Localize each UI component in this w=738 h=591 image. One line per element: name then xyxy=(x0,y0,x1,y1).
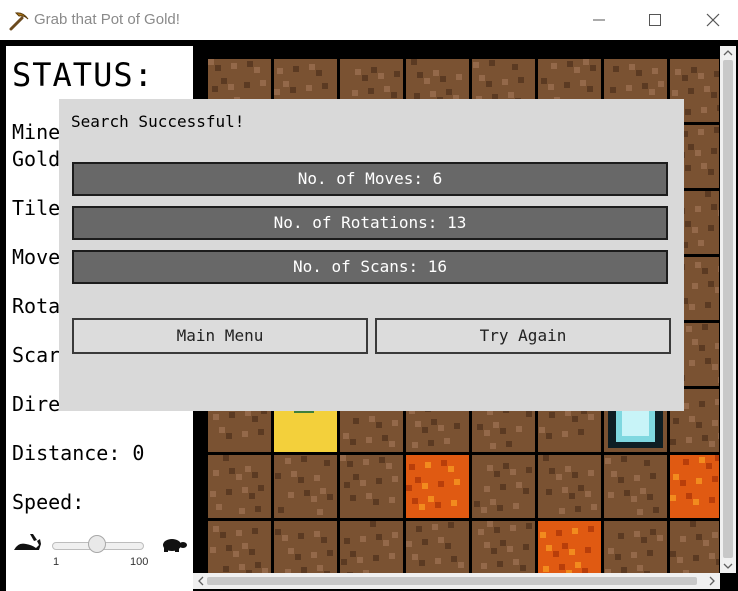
speed-min-label: 1 xyxy=(53,556,60,568)
maximize-button[interactable] xyxy=(640,8,670,32)
tile-dirt xyxy=(604,521,667,573)
maximize-icon xyxy=(649,14,661,26)
vertical-scroll-thumb[interactable] xyxy=(723,60,733,558)
try-again-button[interactable]: Try Again xyxy=(375,318,671,354)
scroll-down-icon[interactable] xyxy=(720,559,736,573)
tile-dirt xyxy=(274,521,337,573)
rotations-count: No. of Rotations: 13 xyxy=(72,206,668,240)
gold-label: Gold xyxy=(12,147,61,171)
scroll-up-icon[interactable] xyxy=(720,46,736,60)
horizontal-scrollbar[interactable] xyxy=(193,573,720,589)
close-button[interactable] xyxy=(698,8,728,32)
vertical-scrollbar[interactable] xyxy=(720,46,736,573)
rabbit-icon xyxy=(14,534,41,550)
title-bar: Grab that Pot of Gold! xyxy=(0,0,738,40)
speed-label: Speed: xyxy=(12,490,85,514)
gold-pot-icon xyxy=(274,411,337,452)
minimize-button[interactable] xyxy=(584,8,614,32)
turtle-icon xyxy=(163,539,187,552)
status-heading: STATUS: xyxy=(12,56,154,94)
speed-max-label: 100 xyxy=(130,556,149,568)
tile-dirt xyxy=(340,521,403,573)
speed-control: 1 100 xyxy=(12,532,187,572)
distance-label: Distance: 0 xyxy=(12,441,145,465)
horizontal-scroll-thumb[interactable] xyxy=(207,577,697,585)
direction-label: Dire xyxy=(12,392,61,416)
tile-lava xyxy=(406,455,469,518)
moves-label: Move xyxy=(12,245,61,269)
scroll-right-icon[interactable] xyxy=(704,574,720,588)
speed-slider-thumb[interactable] xyxy=(87,535,106,553)
minimize-icon xyxy=(593,19,605,21)
dialog-message: Search Successful! xyxy=(71,112,245,131)
close-icon xyxy=(706,13,720,27)
pickaxe-icon xyxy=(9,12,29,31)
main-menu-button[interactable]: Main Menu xyxy=(72,318,368,354)
rotations-label: Rota xyxy=(12,294,61,318)
window-title: Grab that Pot of Gold! xyxy=(34,11,180,28)
tile-dirt xyxy=(670,521,719,573)
miner-label: Mine xyxy=(12,120,61,144)
scans-count: No. of Scans: 16 xyxy=(72,250,668,284)
moves-count: No. of Moves: 6 xyxy=(72,162,668,196)
result-dialog: Search Successful! No. of Moves: 6 No. o… xyxy=(59,99,684,411)
scans-label: Scar xyxy=(12,343,61,367)
